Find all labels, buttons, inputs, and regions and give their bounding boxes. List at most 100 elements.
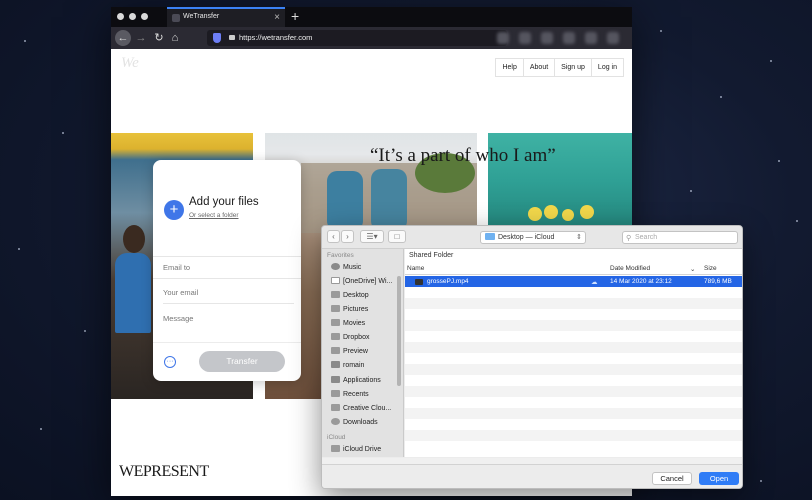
transfer-panel: + Add your files Or select a folder Emai…	[153, 160, 301, 381]
cloud-icon: ☁	[591, 279, 598, 286]
column-date-modified[interactable]: Date Modified	[610, 265, 650, 272]
tab-title: WeTransfer	[183, 13, 220, 20]
new-tab-button[interactable]: +	[291, 8, 299, 24]
menu-icon[interactable]	[607, 32, 619, 44]
sidebar-item-pictures[interactable]: Pictures	[331, 305, 368, 313]
select-folder-link[interactable]: Or select a folder	[189, 212, 239, 219]
tracking-shield-icon[interactable]	[213, 33, 221, 43]
dialog-sidebar: Favorites Music [OneDrive] Wi... Desktop…	[322, 249, 404, 457]
sidebar-item-romain[interactable]: romain	[331, 361, 364, 369]
tab-bar: WeTransfer × +	[111, 7, 632, 27]
add-files-plus-icon[interactable]: +	[164, 200, 184, 220]
home-icon	[331, 361, 340, 368]
nav-sign-up[interactable]: Sign up	[554, 58, 592, 77]
sidebar-item-onedrive[interactable]: [OneDrive] Wi...	[331, 277, 392, 285]
sidebar-scrollbar[interactable]	[397, 276, 401, 386]
panel-divider	[153, 342, 301, 343]
sidebar-item-downloads[interactable]: Downloads	[331, 418, 378, 426]
toolbar-extension-icon[interactable]	[541, 32, 553, 44]
sidebar-item-dropbox[interactable]: Dropbox	[331, 333, 369, 341]
zoom-window-button[interactable]	[141, 13, 148, 20]
toolbar-extension-icon[interactable]	[519, 32, 531, 44]
location-popup[interactable]: Desktop — iCloud ⇕	[480, 231, 586, 244]
back-nav-button[interactable]: ‹	[327, 230, 340, 243]
file-row-selected[interactable]: grossePJ.mp4 ☁ 14 Mar 2020 at 23:12 789,…	[405, 276, 742, 287]
empty-row	[405, 386, 742, 397]
nav-log-in[interactable]: Log in	[590, 58, 624, 77]
sort-chevron-icon: ⌄	[690, 266, 696, 273]
wepresent-logo[interactable]: WEPRESENT	[119, 463, 209, 481]
new-folder-button[interactable]: □	[388, 230, 406, 243]
folder-icon	[485, 233, 495, 240]
empty-row	[405, 430, 742, 441]
back-button[interactable]: ←	[115, 30, 131, 46]
file-date: 14 Mar 2020 at 23:12	[610, 278, 672, 285]
file-open-dialog: ‹ › ☰▾ □ Desktop — iCloud ⇕ ⚲ Search Fav…	[321, 225, 743, 489]
close-window-button[interactable]	[117, 13, 124, 20]
view-options-button[interactable]: ☰▾	[360, 230, 384, 243]
file-name: grossePJ.mp4	[427, 278, 469, 285]
search-icon: ⚲	[626, 235, 632, 242]
desktop-icon	[331, 291, 340, 298]
empty-row	[405, 320, 742, 331]
dialog-toolbar: ‹ › ☰▾ □ Desktop — iCloud ⇕ ⚲ Search	[322, 226, 742, 249]
wetransfer-logo[interactable]: We	[121, 55, 139, 72]
cancel-button[interactable]: Cancel	[652, 472, 692, 485]
toolbar-extension-icon[interactable]	[585, 32, 597, 44]
clock-icon	[331, 390, 340, 397]
empty-row	[405, 364, 742, 375]
pictures-icon	[331, 305, 340, 312]
empty-row	[405, 342, 742, 353]
column-size[interactable]: Size	[704, 265, 717, 272]
forward-nav-button[interactable]: ›	[341, 230, 354, 243]
home-button[interactable]: ⌂	[167, 30, 183, 46]
sidebar-item-recents[interactable]: Recents	[331, 390, 369, 398]
close-tab-icon[interactable]: ×	[274, 11, 280, 25]
forward-button[interactable]: →	[133, 30, 149, 46]
movies-icon	[331, 319, 340, 326]
sidebar-item-creative-cloud[interactable]: Creative Clou...	[331, 404, 391, 412]
toolbar-extension-icon[interactable]	[563, 32, 575, 44]
empty-row	[405, 298, 742, 309]
sidebar-item-icloud-drive[interactable]: iCloud Drive	[331, 445, 381, 453]
email-to-field[interactable]: Email to	[153, 256, 301, 279]
sidebar-item-applications[interactable]: Applications	[331, 376, 381, 384]
file-list: Shared Folder Name Date Modified ⌄ Size …	[405, 249, 742, 457]
sidebar-item-movies[interactable]: Movies	[331, 319, 365, 327]
file-size: 789,6 MB	[704, 278, 732, 285]
search-placeholder: Search	[635, 234, 658, 241]
shared-folder-title: Shared Folder	[409, 252, 454, 259]
address-bar[interactable]: https://wetransfer.com	[207, 30, 507, 46]
tab-wetransfer[interactable]: WeTransfer ×	[167, 7, 285, 27]
nav-about[interactable]: About	[522, 58, 556, 77]
sidebar-item-preview[interactable]: Preview	[331, 347, 368, 355]
icloud-heading: iCloud	[327, 434, 346, 441]
downloads-icon	[331, 418, 340, 425]
applications-icon	[331, 376, 340, 383]
top-navigation: Help About Sign up Log in	[495, 58, 624, 77]
toolbar-extension-icon[interactable]	[497, 32, 509, 44]
column-name[interactable]: Name	[407, 265, 424, 272]
search-field[interactable]: ⚲ Search	[622, 231, 738, 244]
lock-icon[interactable]	[229, 35, 235, 40]
favorites-heading: Favorites	[327, 252, 354, 259]
navigation-bar: ← → ↻ ⌂ https://wetransfer.com	[111, 27, 632, 49]
add-your-files-title[interactable]: Add your files	[189, 196, 259, 208]
column-headers: Name Date Modified ⌄ Size	[405, 263, 742, 275]
location-label: Desktop — iCloud	[498, 234, 555, 241]
folder-icon	[331, 404, 340, 411]
dialog-footer: Cancel Open	[322, 464, 742, 488]
sidebar-item-desktop[interactable]: Desktop	[331, 291, 369, 299]
sidebar-item-music[interactable]: Music	[331, 263, 361, 271]
message-field[interactable]: Message	[163, 308, 294, 329]
transfer-button[interactable]: Transfer	[199, 351, 285, 372]
cloud-icon	[331, 445, 340, 452]
minimize-window-button[interactable]	[129, 13, 136, 20]
reload-button[interactable]: ↻	[151, 30, 167, 46]
your-email-field[interactable]: Your email	[163, 282, 294, 304]
more-options-button[interactable]: ···	[164, 356, 176, 368]
favicon-icon	[172, 14, 180, 22]
nav-help[interactable]: Help	[495, 58, 524, 77]
featured-quote: “It’s a part of who I am”	[370, 145, 556, 166]
open-button[interactable]: Open	[699, 472, 739, 485]
